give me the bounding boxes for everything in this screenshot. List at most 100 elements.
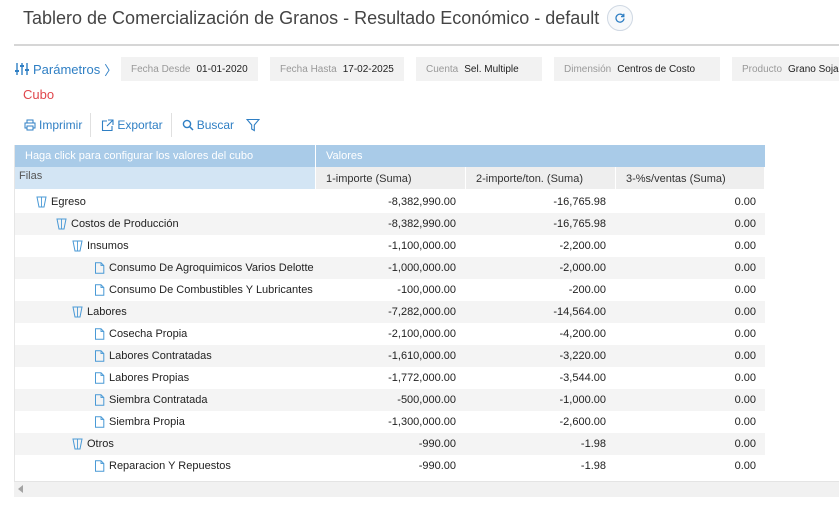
row-label-cell[interactable]: Labores Contratadas [15, 345, 315, 367]
param-fecha-hasta[interactable]: Fecha Hasta 17-02-2025 [270, 57, 404, 81]
sliders-icon [15, 63, 29, 75]
document-icon [93, 350, 105, 362]
tree-branch-icon[interactable] [71, 438, 83, 450]
export-button[interactable]: Exportar [99, 113, 170, 137]
value-cell: 0.00 [734, 394, 756, 406]
print-button[interactable]: Imprimir [22, 113, 90, 137]
refresh-icon [615, 13, 625, 23]
row-label-cell[interactable]: Insumos [15, 235, 315, 257]
row-label-cell[interactable]: Reparacion Y Repuestos [15, 455, 315, 477]
table-row[interactable]: Siembra Contratada -500,000.00 -1,000.00 0.… [15, 389, 765, 411]
value-cell: -8,382,990.00 [388, 196, 456, 208]
value-cell: -2,100,000.00 [388, 328, 456, 340]
filter-icon [246, 118, 261, 132]
param-producto[interactable]: Producto Grano Soja [732, 57, 839, 81]
value-cell: -16,765.98 [553, 218, 606, 230]
row-label: Reparacion Y Repuestos [109, 460, 231, 472]
value-cell: 0.00 [734, 350, 756, 362]
table-row[interactable]: Egreso -8,382,990.00 -16,765.98 0.00 [15, 191, 765, 213]
value-cell: 0.00 [734, 438, 756, 450]
value-cell: -500,000.00 [397, 394, 456, 406]
value-cell: 0.00 [734, 218, 756, 230]
scroll-left-arrow-icon[interactable] [18, 485, 23, 493]
tree-branch-icon[interactable] [35, 196, 47, 208]
row-label-cell[interactable]: Consumo De Agroquimicos Varios Delotte [15, 257, 315, 279]
value-cell: -2,200.00 [559, 240, 606, 252]
row-label: Labores Propias [109, 372, 190, 384]
value-cell: -100,000.00 [397, 284, 456, 296]
table-row[interactable]: Consumo De Agroquimicos Varios Delotte -1… [15, 257, 765, 279]
value-cell: 0.00 [734, 328, 756, 340]
value-cell: -1,772,000.00 [388, 372, 456, 384]
param-cuenta[interactable]: Cuenta Sel. Multiple [416, 57, 542, 81]
chevron-right-icon: 〉 [104, 62, 118, 78]
value-cell: 0.00 [734, 284, 756, 296]
table-row[interactable]: Otros -990.00 -1.98 0.00 [15, 433, 765, 455]
document-icon [93, 328, 105, 340]
param-value: Centros de Costo [617, 63, 696, 75]
configure-cube-header[interactable]: Haga click para configurar los valores d… [15, 145, 315, 167]
row-label-cell[interactable]: Siembra Contratada [15, 389, 315, 411]
row-label: Siembra Propia [109, 416, 185, 428]
tree-branch-icon[interactable] [71, 306, 83, 318]
value-cell: -7,282,000.00 [388, 306, 456, 318]
row-label: Labores [87, 306, 127, 318]
param-value: Grano Soja [788, 63, 839, 75]
table-row[interactable]: Consumo De Combustibles Y Lubricantes -10… [15, 279, 765, 301]
parameters-bar: Parámetros 〉 Fecha Desde 01-01-2020 Fech… [0, 57, 839, 81]
table-row[interactable]: Labores Contratadas -1,610,000.00 -3,220.0… [15, 345, 765, 367]
row-label: Consumo De Combustibles Y Lubricantes [109, 284, 313, 296]
tree-branch-icon[interactable] [55, 218, 67, 230]
table-row[interactable]: Siembra Propia -1,300,000.00 -2,600.00 0.00 [15, 411, 765, 433]
row-label-cell[interactable]: Labores [15, 301, 315, 323]
toolbar-divider [90, 113, 92, 137]
value-cell: -2,600.00 [559, 416, 606, 428]
tree-branch-icon[interactable] [71, 240, 83, 252]
row-label: Consumo De Agroquimicos Varios Delotte [109, 262, 314, 274]
param-fecha-desde[interactable]: Fecha Desde 01-01-2020 [121, 57, 258, 81]
rows-header[interactable]: Filas [15, 167, 315, 189]
row-label: Siembra Contratada [109, 394, 208, 406]
row-label-cell[interactable]: Siembra Propia [15, 411, 315, 433]
row-label-cell[interactable]: Labores Propias [15, 367, 315, 389]
external-link-icon [102, 118, 114, 131]
values-header[interactable]: Valores [316, 145, 765, 167]
param-value: Sel. Multiple [464, 63, 519, 75]
horizontal-scrollbar[interactable] [14, 481, 839, 497]
toolbar-divider [170, 113, 172, 137]
filter-button[interactable] [242, 113, 261, 137]
printer-icon [24, 119, 36, 131]
column-header[interactable]: 2-importe/ton. (Suma) [466, 167, 616, 189]
param-value: 01-01-2020 [196, 63, 248, 75]
value-cell: 0.00 [734, 262, 756, 274]
pivot-grid: Haga click para configurar los valores d… [14, 145, 839, 497]
row-label-cell[interactable]: Otros [15, 433, 315, 455]
value-cell: 0.00 [734, 240, 756, 252]
row-label-cell[interactable]: Cosecha Propia [15, 323, 315, 345]
table-row[interactable]: Insumos -1,100,000.00 -2,200.00 0.00 [15, 235, 765, 257]
search-icon [182, 119, 194, 131]
value-cell: 0.00 [734, 196, 756, 208]
row-label: Labores Contratadas [109, 350, 212, 362]
table-row[interactable]: Cosecha Propia -2,100,000.00 -4,200.00 0.00 [15, 323, 765, 345]
table-row[interactable]: Costos de Producción -8,382,990.00 -16,765… [15, 213, 765, 235]
table-row[interactable]: Labores -7,282,000.00 -14,564.00 0.00 [15, 301, 765, 323]
column-header[interactable]: 1-importe (Suma) [316, 167, 466, 189]
row-label-cell[interactable]: Costos de Producción [15, 213, 315, 235]
column-header[interactable]: 3-%s/ventas (Suma) [616, 167, 765, 189]
row-label-cell[interactable]: Consumo De Combustibles Y Lubricantes [15, 279, 315, 301]
value-cell: -1,000,000.00 [388, 262, 456, 274]
value-cell: -3,220.00 [559, 350, 606, 362]
value-cell: -1.98 [580, 438, 606, 450]
table-row[interactable]: Labores Propias -1,772,000.00 -3,544.00 0.0… [15, 367, 765, 389]
search-button[interactable]: Buscar [180, 113, 242, 137]
param-dimension[interactable]: Dimensión Centros de Costo [554, 57, 720, 81]
value-cell: -8,382,990.00 [388, 218, 456, 230]
export-label: Exportar [117, 118, 163, 132]
table-row[interactable]: Reparacion Y Repuestos -990.00 -1.98 0.00 [15, 455, 765, 477]
row-label: Insumos [87, 240, 129, 252]
row-label-cell[interactable]: Egreso [15, 191, 315, 213]
refresh-button[interactable] [607, 5, 633, 31]
parameters-toggle[interactable]: Parámetros 〉 [15, 60, 117, 78]
param-label: Dimensión [564, 63, 612, 75]
